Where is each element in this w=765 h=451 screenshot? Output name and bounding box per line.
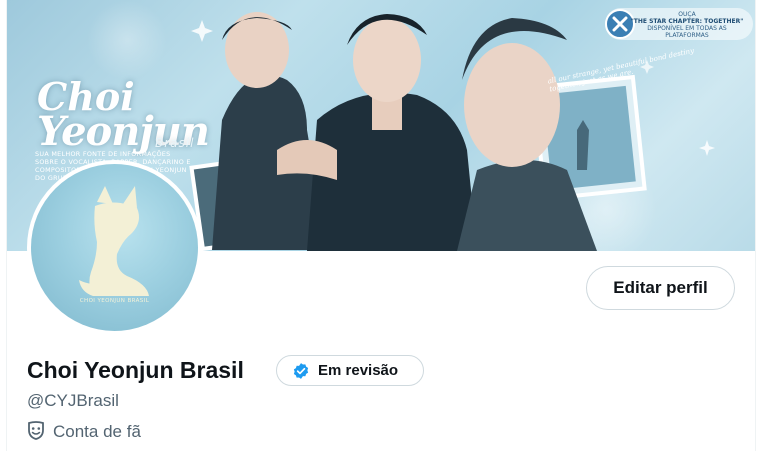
banner-title-line3: Brasil [155,136,195,150]
display-name: Choi Yeonjun Brasil [27,357,244,383]
profile-avatar[interactable]: CHOI YEONJUN BRASIL [27,160,202,335]
promo-highlight: "The Star Chapter: Together" [630,18,744,25]
banner-title: Choi Yeonjun Brasil [37,77,210,151]
column-border-right [755,0,756,451]
fox-logo-icon [79,186,149,296]
verified-badge-icon [292,362,310,385]
edit-profile-button[interactable]: Editar perfil [586,266,735,310]
theater-masks-icon [27,421,45,446]
profile-category-label: Conta de fã [53,422,141,441]
promo-line1: Ouça [678,11,696,18]
promo-text: Ouça "The Star Chapter: Together" dispon… [627,11,747,39]
promo-line2: disponível em todas as plataformas [647,25,727,39]
profile-page: Choi Yeonjun Brasil Sua melhor fonte de … [0,0,765,451]
verification-status-label: Em revisão [318,362,399,379]
avatar-image: CHOI YEONJUN BRASIL [31,164,198,331]
verification-status-button[interactable]: Em revisão [276,355,424,386]
profile-handle: @CYJBrasil [27,391,119,410]
avatar-caption: CHOI YEONJUN BRASIL [79,298,150,304]
